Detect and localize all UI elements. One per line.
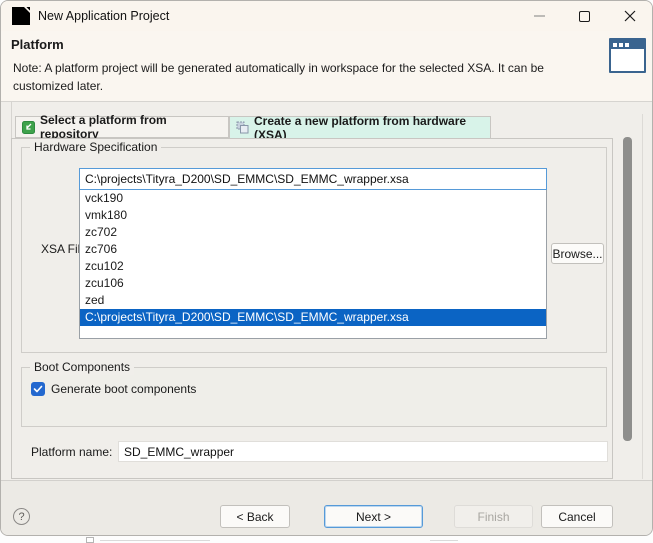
back-button[interactable]: < Back xyxy=(220,505,290,528)
list-item[interactable]: zc702 xyxy=(80,224,546,241)
help-button[interactable]: ? xyxy=(13,508,30,525)
tab-select-platform-from-repository[interactable]: Select a platform from repository xyxy=(15,116,229,138)
browse-button[interactable]: Browse... xyxy=(551,243,604,264)
cancel-button[interactable]: Cancel xyxy=(541,505,613,528)
close-icon xyxy=(624,10,636,22)
list-item[interactable]: zcu102 xyxy=(80,258,546,275)
group-label: Hardware Specification xyxy=(30,140,161,155)
title-bar: New Application Project xyxy=(1,1,652,31)
maximize-icon xyxy=(579,11,590,22)
dot-icon xyxy=(613,43,617,47)
new-application-project-dialog: New Application Project Platform Note: A… xyxy=(0,0,653,536)
background-fragment xyxy=(100,540,210,541)
list-item[interactable]: zed xyxy=(80,292,546,309)
dot-icon xyxy=(619,43,623,47)
next-button[interactable]: Next > xyxy=(324,505,423,528)
platform-name-label: Platform name: xyxy=(31,445,112,459)
list-item[interactable]: C:\projects\Tityra_D200\SD_EMMC\SD_EMMC_… xyxy=(80,309,546,326)
finish-button: Finish xyxy=(454,505,533,528)
generate-boot-components-label[interactable]: Generate boot components xyxy=(51,382,196,396)
tab-create-platform-from-hardware[interactable]: Create a new platform from hardware (XSA… xyxy=(229,116,491,138)
button-bar: ? < Back Next > Finish Cancel xyxy=(1,480,652,536)
group-label: Boot Components xyxy=(30,360,134,375)
generate-boot-components-checkbox[interactable] xyxy=(31,382,45,396)
background-window-strip xyxy=(0,536,653,543)
check-icon xyxy=(33,384,43,394)
background-fragment xyxy=(430,540,458,541)
minimize-icon xyxy=(534,15,545,17)
platform-name-input[interactable] xyxy=(118,441,608,462)
wizard-window-titlebar xyxy=(611,40,644,49)
new-platform-icon xyxy=(236,121,249,134)
wizard-window-icon xyxy=(609,38,646,73)
note-text: Note: A platform project will be generat… xyxy=(13,59,544,95)
list-item[interactable]: vck190 xyxy=(80,190,546,207)
maximize-button[interactable] xyxy=(562,1,607,31)
vertical-scrollbar[interactable] xyxy=(623,137,632,441)
page-title: Platform xyxy=(11,37,64,52)
wizard-header: Platform Note: A platform project will b… xyxy=(1,31,652,102)
close-button[interactable] xyxy=(607,1,652,31)
xsa-dropdown-list[interactable]: vck190vmk180zc702zc706zcu102zcu106zedC:\… xyxy=(79,190,547,339)
list-item[interactable]: vmk180 xyxy=(80,207,546,224)
minimize-button[interactable] xyxy=(517,1,562,31)
list-item[interactable]: zc706 xyxy=(80,241,546,258)
dot-icon xyxy=(625,43,629,47)
platform-repository-icon xyxy=(22,121,35,134)
tab-label: Select a platform from repository xyxy=(40,113,220,141)
background-fragment xyxy=(86,537,94,543)
boot-components-group: Boot Components xyxy=(21,367,607,427)
window-title: New Application Project xyxy=(38,9,169,23)
xsa-file-combo[interactable] xyxy=(79,168,547,190)
form-right-border xyxy=(642,114,643,479)
list-item[interactable]: zcu106 xyxy=(80,275,546,292)
amd-logo-icon xyxy=(12,7,30,25)
